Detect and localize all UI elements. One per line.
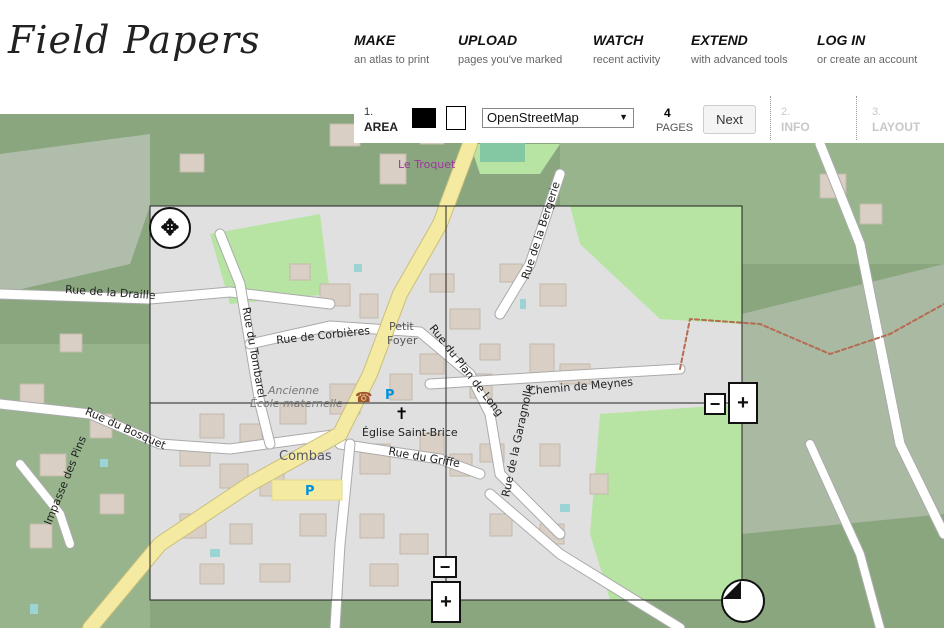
place-label-combas: Combas — [279, 449, 332, 464]
nav-make-sub: an atlas to print — [354, 54, 430, 66]
portrait-orientation-button[interactable] — [446, 106, 466, 130]
nav-upload-sub: pages you've marked — [458, 54, 563, 66]
step-bar: 1. AREA OpenStreetMap ▼ 4 PAGES Next 2. … — [354, 94, 944, 143]
nav-watch[interactable]: WATCH recent activity — [593, 32, 660, 66]
pages-label: PAGES — [656, 122, 694, 134]
parking-icon: P — [385, 388, 395, 403]
nav-upload[interactable]: UPLOAD pages you've marked — [458, 32, 562, 66]
minus-icon[interactable]: − — [433, 556, 457, 578]
resize-icon[interactable] — [721, 579, 765, 623]
nav-extend-sub: with advanced tools — [691, 54, 788, 66]
landscape-orientation-button[interactable] — [412, 108, 436, 128]
step-info-label: INFO — [781, 120, 810, 134]
step-layout-label: LAYOUT — [872, 120, 921, 134]
map-provider-select[interactable]: OpenStreetMap ▼ — [482, 108, 634, 128]
poi-label-eglise: Église Saint-Brice — [362, 426, 458, 439]
nav-extend[interactable]: EXTEND with advanced tools — [691, 32, 788, 66]
church-icon: ✝ — [395, 404, 409, 423]
divider — [770, 96, 771, 140]
divider — [856, 96, 857, 140]
nav-login-title[interactable]: LOG IN — [817, 32, 917, 48]
parking-icon: P — [305, 484, 315, 499]
nav-watch-sub: recent activity — [593, 54, 661, 66]
place-label-petit: Petit — [389, 320, 414, 333]
place-label-foyer: Foyer — [387, 334, 418, 347]
site-logo[interactable]: Field Papers — [8, 18, 261, 62]
place-label-ancienne: Ancienne — [268, 384, 320, 397]
plus-icon[interactable]: + — [431, 581, 461, 623]
nav-upload-title[interactable]: UPLOAD — [458, 32, 562, 48]
pages-count: 4 — [664, 106, 671, 120]
nav-login-sub[interactable]: or create an account — [817, 54, 917, 66]
map-canvas[interactable]: Le Troquet Rue de la Draille Rue du Tomb… — [0, 114, 944, 628]
step-area-label[interactable]: AREA — [364, 120, 398, 134]
minus-icon[interactable]: − — [704, 393, 726, 415]
poi-label-troquet: Le Troquet — [398, 158, 456, 171]
step-info-num: 2. — [781, 106, 791, 118]
chevron-down-icon: ▼ — [619, 112, 628, 122]
nav-login[interactable]: LOG IN or create an account — [817, 32, 917, 66]
nav-watch-title[interactable]: WATCH — [593, 32, 660, 48]
nav-extend-title[interactable]: EXTEND — [691, 32, 788, 48]
nav-make-title[interactable]: MAKE — [354, 32, 429, 48]
map-provider-value: OpenStreetMap — [487, 110, 579, 125]
move-icon[interactable]: ✥ — [149, 207, 191, 249]
nav-make[interactable]: MAKE an atlas to print — [354, 32, 429, 66]
step-area-num: 1. — [364, 106, 374, 118]
phone-icon: ☎ — [355, 390, 373, 406]
plus-icon[interactable]: + — [728, 382, 758, 424]
place-label-ecole: École maternelle — [250, 397, 343, 410]
next-button[interactable]: Next — [703, 105, 756, 134]
step-layout-num: 3. — [872, 106, 882, 118]
